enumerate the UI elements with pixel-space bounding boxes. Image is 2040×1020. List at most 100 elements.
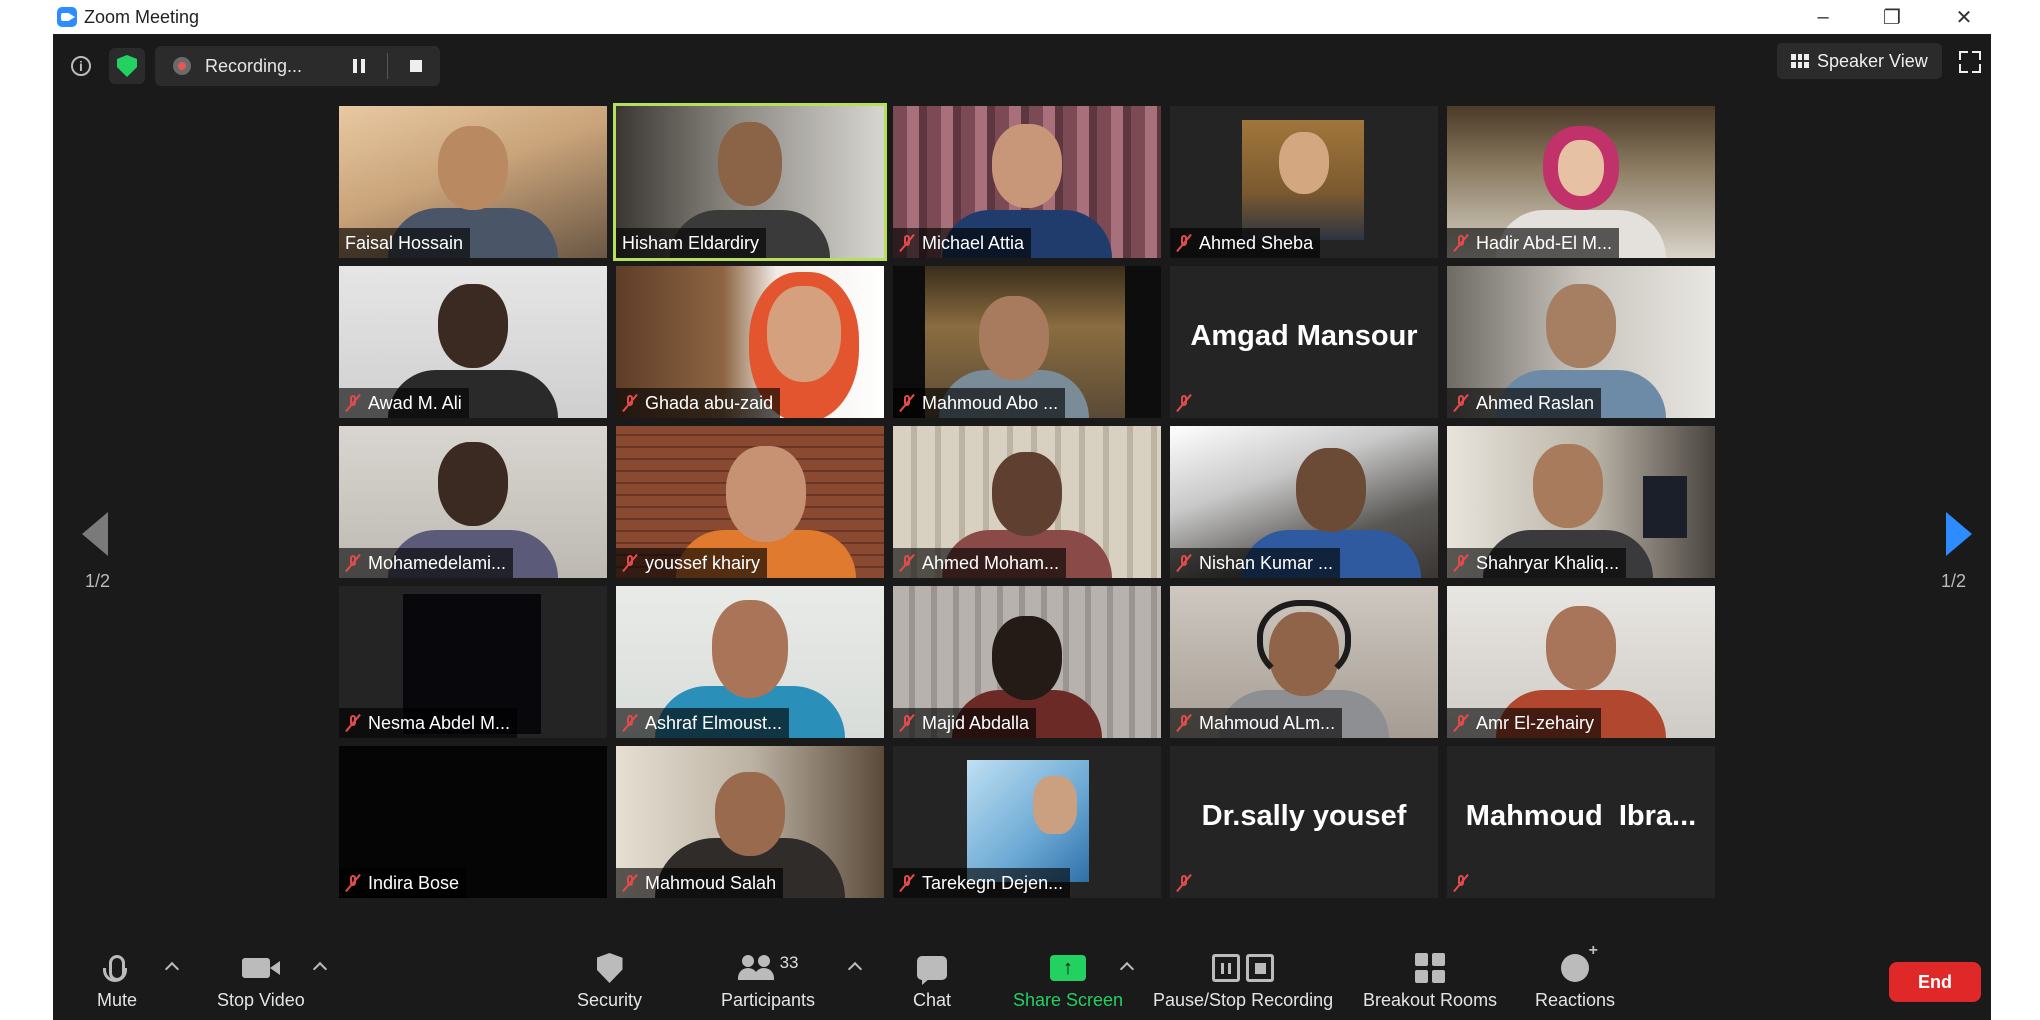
participant-tile[interactable]: Michael Attia — [893, 106, 1161, 258]
title-bar: Zoom Meeting – ❐ ✕ — [0, 0, 2040, 34]
participant-name-tag — [1447, 868, 1483, 898]
pause-recording-button[interactable] — [349, 55, 369, 77]
encryption-button[interactable] — [109, 48, 145, 84]
participant-name: Mohamedelami... — [368, 552, 507, 573]
end-meeting-button[interactable]: End — [1889, 962, 1981, 1002]
chat-button[interactable]: Chat — [913, 946, 951, 1011]
muted-mic-icon — [1452, 394, 1470, 412]
mute-button[interactable]: Mute — [97, 946, 137, 1011]
pause-stop-recording-button[interactable]: Pause/Stop Recording — [1153, 946, 1333, 1011]
fullscreen-icon[interactable] — [1959, 51, 1981, 73]
participant-name-tag: Mahmoud Salah — [616, 868, 784, 898]
participant-name-tag: Faisal Hossain — [339, 228, 471, 258]
info-icon: i — [71, 56, 91, 76]
participant-tile[interactable]: Ghada abu-zaid — [616, 266, 884, 418]
speaker-view-button[interactable]: Speaker View — [1777, 43, 1942, 79]
share-screen-arrow-icon: ↑ — [1050, 955, 1087, 981]
muted-mic-icon — [621, 874, 639, 892]
participant-display-name: Dr.sally yousef — [1201, 800, 1407, 832]
video-camera-icon — [241, 958, 280, 978]
participants-button[interactable]: 33 Participants — [721, 946, 815, 1011]
participant-tile[interactable]: Ahmed Sheba — [1170, 106, 1438, 258]
security-button[interactable]: Security — [577, 946, 642, 1011]
chat-label: Chat — [913, 990, 952, 1010]
participant-name-tag: Hadir Abd-El M... — [1447, 228, 1620, 258]
breakout-rooms-button[interactable]: Breakout Rooms — [1363, 946, 1497, 1011]
close-icon[interactable]: ✕ — [1936, 0, 1992, 34]
participant-tile[interactable]: Ahmed Raslan — [1447, 266, 1715, 418]
recording-indicator: Recording... — [155, 46, 440, 86]
participant-tile[interactable]: Ashraf Elmoust... — [616, 586, 884, 738]
participant-tile[interactable]: Mohamedelami... — [339, 426, 607, 578]
meeting-info-button[interactable]: i — [63, 48, 99, 84]
participant-tile[interactable]: Nishan Kumar ... — [1170, 426, 1438, 578]
participant-name-tag — [1170, 868, 1206, 898]
participant-name: Mahmoud Salah — [645, 872, 777, 893]
participant-tile[interactable]: Indira Bose — [339, 746, 607, 898]
participant-tile[interactable]: Mahmoud Abo ... — [893, 266, 1161, 418]
participant-name-tag: youssef khairy — [616, 548, 768, 578]
participant-tile-video-off[interactable]: Amgad Mansour — [1170, 266, 1438, 418]
participant-display-name: Mahmoud Ibra... — [1465, 800, 1697, 832]
participant-name-tag: Tarekegn Dejen... — [893, 868, 1071, 898]
muted-mic-icon — [898, 234, 916, 252]
next-page-arrow-icon[interactable] — [1946, 512, 1972, 556]
restore-icon[interactable]: ❐ — [1864, 0, 1920, 34]
video-options-chevron-icon[interactable] — [312, 961, 328, 977]
participant-name: Ghada abu-zaid — [645, 392, 774, 413]
muted-mic-icon — [898, 874, 916, 892]
pause-stop-recording-label: Pause/Stop Recording — [1153, 990, 1334, 1010]
participant-tile[interactable]: Awad M. Ali — [339, 266, 607, 418]
share-screen-label: Share Screen — [1013, 990, 1124, 1010]
participant-tile-video-off[interactable]: Dr.sally yousef — [1170, 746, 1438, 898]
reactions-button[interactable]: Reactions — [1535, 942, 1616, 1011]
participant-tile[interactable]: Hadir Abd-El M... — [1447, 106, 1715, 258]
stop-video-button[interactable]: Stop Video — [217, 946, 305, 1011]
muted-mic-icon — [1175, 554, 1193, 572]
muted-mic-icon — [1175, 234, 1193, 252]
participant-tile[interactable]: Amr El-zehairy — [1447, 586, 1715, 738]
muted-mic-icon — [1175, 714, 1193, 732]
participant-name-tag: Indira Bose — [339, 868, 467, 898]
participant-name-tag: Shahryar Khaliq... — [1447, 548, 1627, 578]
muted-mic-icon — [898, 394, 916, 412]
microphone-icon — [103, 955, 128, 982]
participants-icon — [737, 955, 774, 981]
participant-name-tag: Ahmed Raslan — [1447, 388, 1602, 418]
recording-label: Recording... — [205, 55, 303, 76]
muted-mic-icon — [344, 554, 362, 572]
participant-name: Faisal Hossain — [345, 232, 464, 253]
participant-name: Nishan Kumar ... — [1199, 552, 1334, 573]
participants-count: 33 — [779, 953, 799, 972]
participant-tile[interactable]: youssef khairy — [616, 426, 884, 578]
share-screen-button[interactable]: ↑ Share Screen — [1013, 946, 1123, 1011]
participant-tile[interactable]: Mahmoud ALm... — [1170, 586, 1438, 738]
participants-options-chevron-icon[interactable] — [847, 961, 863, 977]
participant-tile[interactable]: Ahmed Moham... — [893, 426, 1161, 578]
participant-tile[interactable]: Tarekegn Dejen... — [893, 746, 1161, 898]
previous-page-arrow-icon[interactable] — [82, 512, 108, 556]
participant-name: Tarekegn Dejen... — [922, 872, 1064, 893]
participant-tile[interactable]: Shahryar Khaliq... — [1447, 426, 1715, 578]
muted-mic-icon — [1452, 874, 1470, 892]
participant-name: Majid Abdalla — [922, 712, 1030, 733]
participant-tile[interactable]: Faisal Hossain — [339, 106, 607, 258]
participant-tile[interactable]: Majid Abdalla — [893, 586, 1161, 738]
security-shield-icon — [596, 953, 623, 983]
meeting-toolbar: Mute Stop Video Security 33 Participants — [53, 942, 1991, 1020]
participant-tile-video-off[interactable]: Mahmoud Ibra... — [1447, 746, 1715, 898]
window-title: Zoom Meeting — [84, 7, 200, 27]
participants-label: Participants — [721, 990, 816, 1010]
stop-recording-button[interactable] — [406, 56, 426, 76]
zoom-logo-icon — [57, 7, 77, 27]
participant-tile[interactable]: Nesma Abdel M... — [339, 586, 607, 738]
participant-tile[interactable]: Mahmoud Salah — [616, 746, 884, 898]
participant-tile-active-speaker[interactable]: Hisham Eldardiry — [613, 103, 887, 261]
participant-name-tag: Amr El-zehairy — [1447, 708, 1602, 738]
reactions-label: Reactions — [1535, 990, 1616, 1010]
participant-name: Ahmed Moham... — [922, 552, 1060, 573]
audio-options-chevron-icon[interactable] — [164, 961, 180, 977]
muted-mic-icon — [621, 394, 639, 412]
minimize-icon[interactable]: – — [1795, 0, 1851, 34]
mute-label: Mute — [97, 990, 138, 1010]
